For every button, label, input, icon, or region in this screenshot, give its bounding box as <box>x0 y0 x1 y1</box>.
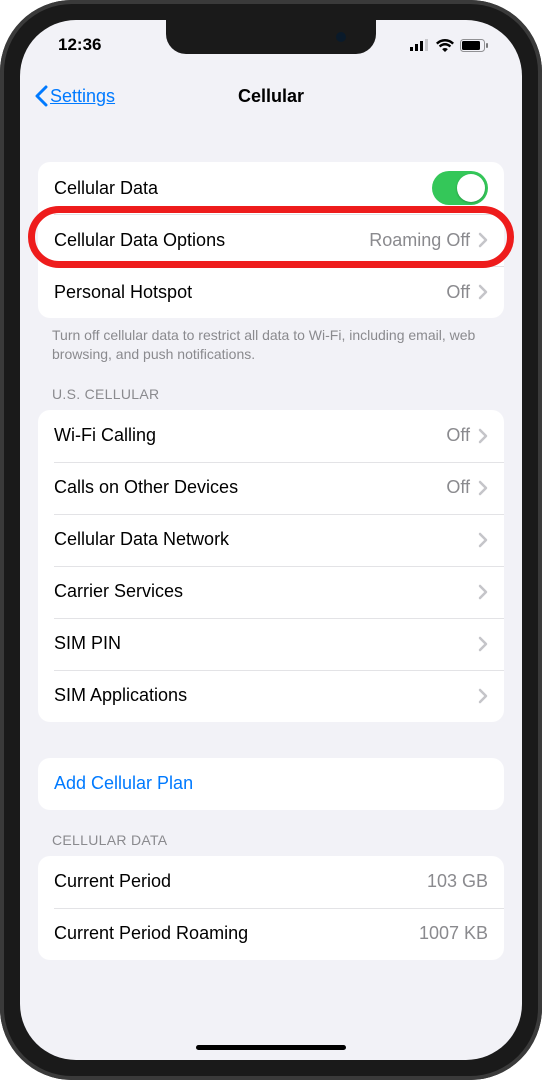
notch <box>166 20 376 54</box>
chevron-right-icon <box>478 480 488 496</box>
group-header: CELLULAR DATA <box>20 810 522 856</box>
group-header: U.S. CELLULAR <box>20 364 522 410</box>
row-cellular-data[interactable]: Cellular Data <box>38 162 504 214</box>
row-label: SIM PIN <box>54 633 478 654</box>
row-calls-other-devices[interactable]: Calls on Other Devices Off <box>38 462 504 514</box>
row-label: SIM Applications <box>54 685 478 706</box>
screen: 12:36 Settings Cellular <box>20 20 522 1060</box>
status-icons <box>410 39 488 52</box>
row-cellular-data-network[interactable]: Cellular Data Network <box>38 514 504 566</box>
row-add-cellular-plan[interactable]: Add Cellular Plan <box>38 758 504 810</box>
chevron-right-icon <box>478 232 488 248</box>
chevron-left-icon <box>34 85 48 107</box>
back-button[interactable]: Settings <box>34 85 115 107</box>
back-label: Settings <box>50 86 115 107</box>
row-label: Current Period Roaming <box>54 923 419 944</box>
row-cellular-data-options[interactable]: Cellular Data Options Roaming Off <box>38 214 504 266</box>
front-camera-icon <box>336 32 346 42</box>
group-cellular-main: Cellular Data Cellular Data Options Roam… <box>38 162 504 318</box>
row-value: 103 GB <box>427 871 488 892</box>
phone-frame: 12:36 Settings Cellular <box>0 0 542 1080</box>
chevron-right-icon <box>478 688 488 704</box>
row-value: Off <box>446 425 470 446</box>
status-time: 12:36 <box>58 35 101 55</box>
row-value: Roaming Off <box>369 230 470 251</box>
row-label: Carrier Services <box>54 581 478 602</box>
row-label: Add Cellular Plan <box>54 773 488 794</box>
group-add-plan: Add Cellular Plan <box>38 758 504 810</box>
chevron-right-icon <box>478 636 488 652</box>
row-sim-applications[interactable]: SIM Applications <box>38 670 504 722</box>
row-sim-pin[interactable]: SIM PIN <box>38 618 504 670</box>
page-title: Cellular <box>238 86 304 107</box>
chevron-right-icon <box>478 532 488 548</box>
home-indicator[interactable] <box>196 1045 346 1050</box>
row-wifi-calling[interactable]: Wi-Fi Calling Off <box>38 410 504 462</box>
chevron-right-icon <box>478 428 488 444</box>
row-value: Off <box>446 477 470 498</box>
row-label: Cellular Data <box>54 178 432 199</box>
chevron-right-icon <box>478 584 488 600</box>
row-label: Cellular Data Options <box>54 230 369 251</box>
content-scroll[interactable]: Cellular Data Cellular Data Options Roam… <box>20 122 522 1060</box>
group-footer: Turn off cellular data to restrict all d… <box>20 318 522 364</box>
row-value: Off <box>446 282 470 303</box>
row-label: Calls on Other Devices <box>54 477 446 498</box>
group-usage: Current Period 103 GB Current Period Roa… <box>38 856 504 960</box>
row-label: Wi-Fi Calling <box>54 425 446 446</box>
row-current-period-roaming[interactable]: Current Period Roaming 1007 KB <box>38 908 504 960</box>
row-personal-hotspot[interactable]: Personal Hotspot Off <box>38 266 504 318</box>
row-label: Cellular Data Network <box>54 529 478 550</box>
group-carrier: Wi-Fi Calling Off Calls on Other Devices… <box>38 410 504 722</box>
cellular-signal-icon <box>410 39 430 51</box>
battery-icon <box>460 39 488 52</box>
cellular-data-toggle[interactable] <box>432 171 488 205</box>
row-label: Current Period <box>54 871 427 892</box>
row-value: 1007 KB <box>419 923 488 944</box>
row-carrier-services[interactable]: Carrier Services <box>38 566 504 618</box>
wifi-icon <box>436 39 454 52</box>
chevron-right-icon <box>478 284 488 300</box>
row-label: Personal Hotspot <box>54 282 446 303</box>
row-current-period[interactable]: Current Period 103 GB <box>38 856 504 908</box>
navigation-bar: Settings Cellular <box>20 70 522 122</box>
